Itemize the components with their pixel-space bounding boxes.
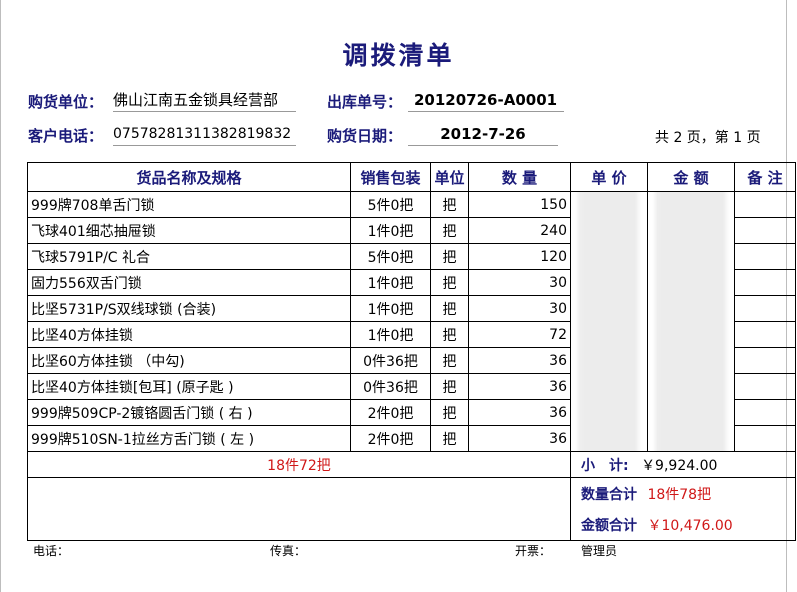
item-unit: 把 [430,321,469,348]
item-unit: 把 [430,217,469,244]
item-name: 固力556双舌门锁 [27,269,351,296]
item-remark [734,217,796,244]
item-remark [734,425,796,452]
item-package: 5件0把 [350,243,431,270]
item-remark [734,269,796,296]
buyer-value: 佛山江南五金锁具经营部 [113,89,296,112]
purchase-date-value: 2012-7-26 [408,123,558,146]
item-package: 2件0把 [350,399,431,426]
item-unit: 把 [430,191,469,218]
subtotal-label: 小 计: [581,457,629,474]
column-header-name: 货品名称及规格 [27,162,351,192]
item-package: 1件0把 [350,295,431,322]
page-title: 调拨清单 [342,41,455,70]
order-number-value: 20120726-A0001 [408,89,564,112]
item-package: 1件0把 [350,321,431,348]
totals-row: 数量合计 18件78把 金额合计 ￥10,476.00 [27,477,796,541]
item-quantity: 30 [468,269,571,296]
purchase-date-label: 购货日期： [327,127,403,145]
column-header-amount: 金 额 [647,162,735,192]
total-amount: 金额合计 ￥10,476.00 [581,515,792,535]
footer-phone: 电话： [33,544,70,558]
goods-table: 货品名称及规格 销售包装 单位 数 量 单 价 金 额 备 注 999牌708单… [27,162,796,541]
subtotal-row: 18件72把 小 计: ￥9,924.00 [27,451,796,478]
item-unit: 把 [430,269,469,296]
item-unit: 把 [430,425,469,452]
item-package: 0件36把 [350,347,431,374]
item-quantity: 120 [468,243,571,270]
item-name: 比坚5731P/S双线球锁 (合装) [27,295,351,322]
order-number-label: 出库单号： [327,93,403,111]
item-quantity: 36 [468,425,571,452]
item-quantity: 72 [468,321,571,348]
column-header-quantity: 数 量 [468,162,571,192]
item-package: 2件0把 [350,425,431,452]
item-unit: 把 [430,399,469,426]
subtotal-package: 18件72把 [27,451,571,478]
total-amount-value: ￥10,476.00 [647,517,733,534]
total-quantity-label: 数量合计 [581,486,637,503]
total-quantity: 数量合计 18件78把 [581,484,792,504]
column-header-remark: 备 注 [734,162,796,192]
table-row: 999牌708单舌门锁 5件0把 把 150 [27,191,796,452]
item-quantity: 150 [468,191,571,218]
item-unit: 把 [430,243,469,270]
item-name: 999牌708单舌门锁 [27,191,351,218]
item-unit: 把 [430,373,469,400]
totals-cell: 数量合计 18件78把 金额合计 ￥10,476.00 [570,477,796,541]
subtotal-cell: 小 计: ￥9,924.00 [570,451,796,478]
phone-label: 客户电话： [28,127,104,145]
item-remark [734,373,796,400]
subtotal-amount: ￥9,924.00 [641,457,718,474]
column-header-unit: 单位 [430,162,469,192]
phone-value: 07578281311382819832 [113,123,296,146]
total-amount-label: 金额合计 [581,517,637,534]
redaction-blur [656,192,726,451]
footer-operator: 管理员 [581,544,618,558]
item-remark [734,399,796,426]
item-name: 飞球401细芯抽屉锁 [27,217,351,244]
table-header-row: 货品名称及规格 销售包装 单位 数 量 单 价 金 额 备 注 [27,162,796,192]
item-quantity: 36 [468,347,571,374]
item-unit: 把 [430,295,469,322]
item-package: 5件0把 [350,191,431,218]
item-quantity: 30 [468,295,571,322]
item-name: 飞球5791P/C 礼合 [27,243,351,270]
item-remark [734,295,796,322]
item-name: 比坚40方体挂锁 [27,321,351,348]
item-name: 比坚60方体挂锁 （中勾) [27,347,351,374]
item-package: 0件36把 [350,373,431,400]
item-name: 比坚40方体挂锁[包耳] (原子匙 ) [27,373,351,400]
item-quantity: 36 [468,399,571,426]
item-remark [734,347,796,374]
redaction-blur [579,192,639,451]
page-info: 共 2 页，第 1 页 [655,130,761,146]
footer-fax: 传真： [270,544,307,558]
item-name: 999牌510SN-1拉丝方舌门锁 ( 左 ) [27,425,351,452]
amount-redacted [647,191,735,452]
totals-blank [27,477,571,541]
unit-price-redacted [570,191,648,452]
item-remark [734,191,796,218]
total-quantity-value: 18件78把 [647,486,712,503]
item-unit: 把 [430,347,469,374]
item-remark [734,321,796,348]
left-border [0,0,1,592]
item-quantity: 240 [468,217,571,244]
column-header-package: 销售包装 [350,162,431,192]
item-name: 999牌509CP-2镀铬圆舌门锁 ( 右 ) [27,399,351,426]
column-header-unit-price: 单 价 [570,162,648,192]
item-package: 1件0把 [350,269,431,296]
item-remark [734,243,796,270]
footer-invoice: 开票： [515,544,552,558]
item-quantity: 36 [468,373,571,400]
buyer-label: 购货单位： [28,93,104,111]
item-package: 1件0把 [350,217,431,244]
